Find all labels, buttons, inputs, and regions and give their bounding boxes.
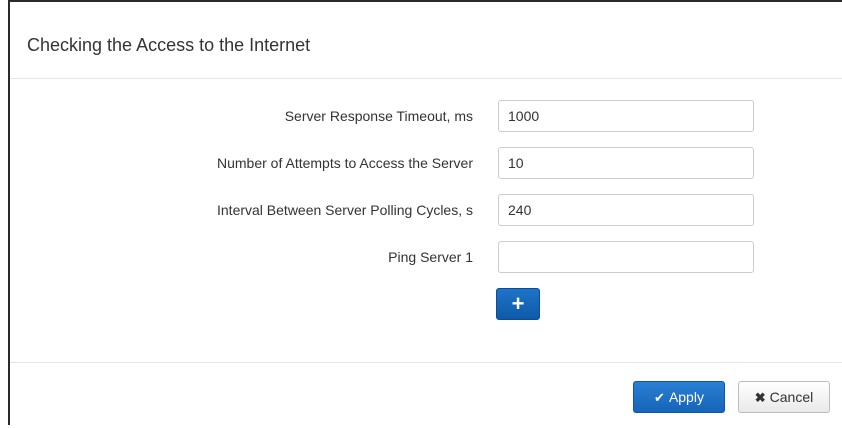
attempts-label: Number of Attempts to Access the Server bbox=[217, 155, 473, 171]
dialog-title: Checking the Access to the Internet bbox=[27, 35, 311, 55]
attempts-input[interactable] bbox=[498, 147, 754, 179]
close-icon: ✖ bbox=[754, 390, 766, 405]
form-row-timeout: Server Response Timeout, ms bbox=[10, 100, 842, 132]
dialog-footer: ✔ Apply ✖ Cancel bbox=[10, 362, 842, 428]
form-row-attempts: Number of Attempts to Access the Server bbox=[10, 147, 842, 179]
dialog-header: Checking the Access to the Internet bbox=[10, 2, 842, 79]
interval-input[interactable] bbox=[498, 194, 754, 226]
cancel-label: Cancel bbox=[769, 389, 814, 405]
add-ping-server-button[interactable]: + bbox=[496, 288, 540, 320]
cancel-button[interactable]: ✖ Cancel bbox=[738, 381, 830, 413]
form-row-ping-server: Ping Server 1 bbox=[10, 241, 842, 273]
check-icon: ✔ bbox=[654, 390, 665, 405]
ping-server-input[interactable] bbox=[498, 241, 754, 273]
form-row-interval: Interval Between Server Polling Cycles, … bbox=[10, 194, 842, 226]
timeout-input[interactable] bbox=[498, 100, 754, 132]
plus-icon: + bbox=[511, 291, 525, 316]
apply-button[interactable]: ✔ Apply bbox=[633, 381, 725, 413]
ping-server-label: Ping Server 1 bbox=[388, 249, 473, 265]
timeout-label: Server Response Timeout, ms bbox=[284, 108, 473, 124]
apply-label: Apply bbox=[668, 389, 704, 405]
interval-label: Interval Between Server Polling Cycles, … bbox=[217, 202, 473, 218]
access-check-dialog: Checking the Access to the Internet Serv… bbox=[8, 0, 842, 425]
